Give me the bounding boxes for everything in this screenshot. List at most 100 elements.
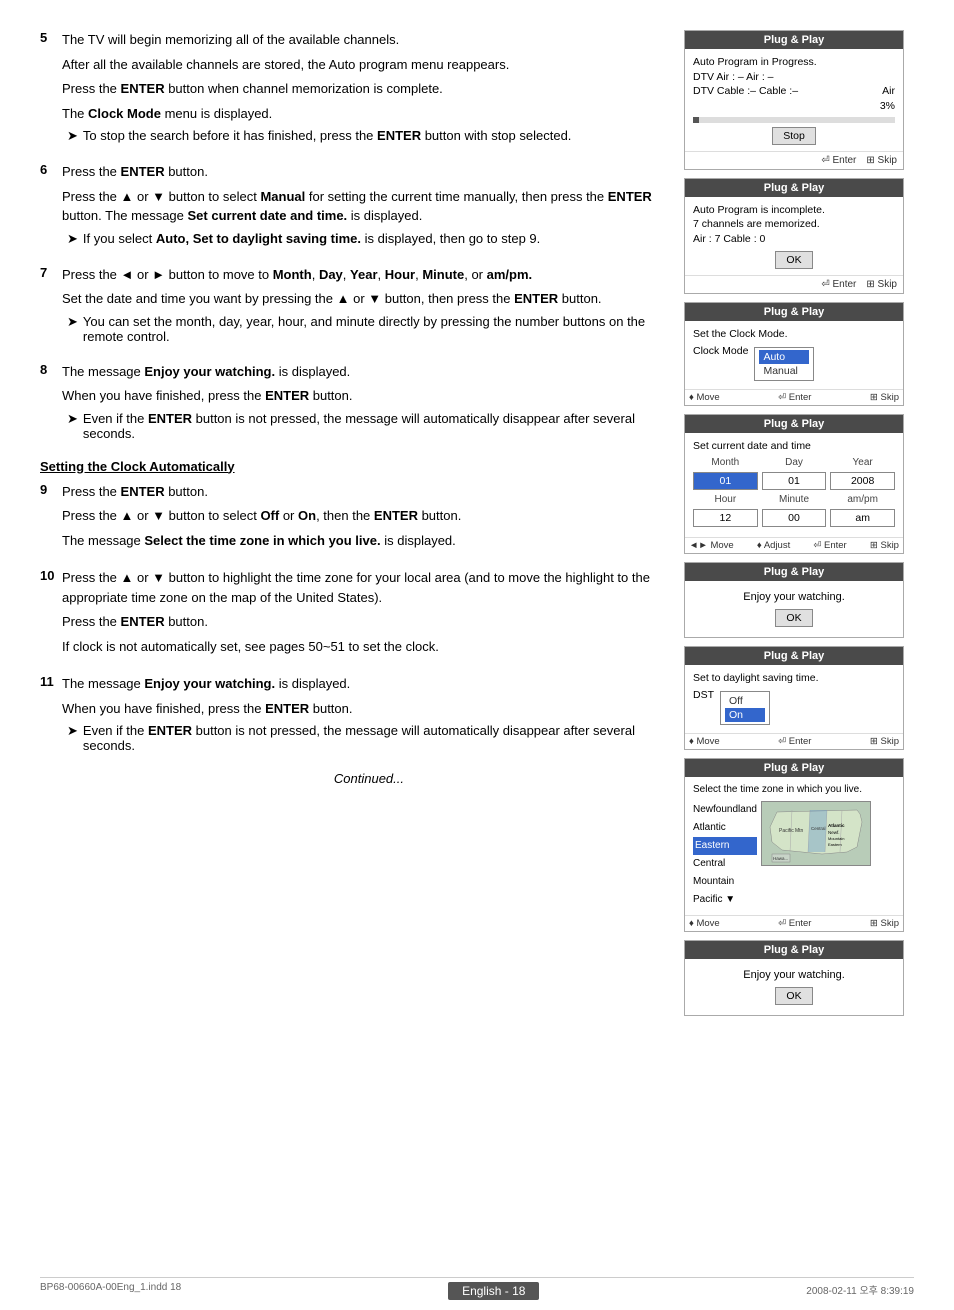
step-5: 5 The TV will begin memorizing all of th… bbox=[40, 30, 654, 144]
panel2-ok-button[interactable]: OK bbox=[775, 251, 812, 269]
step-5-line4: The Clock Mode menu is displayed. bbox=[62, 104, 654, 124]
tz-eastern[interactable]: Eastern bbox=[693, 837, 757, 855]
svg-text:Hawa...: Hawa... bbox=[773, 856, 788, 861]
panel4-minute-label: Minute bbox=[762, 494, 827, 505]
step-8-line1: The message Enjoy your watching. is disp… bbox=[62, 362, 654, 382]
panel6-dropdown[interactable]: Off On bbox=[720, 691, 770, 725]
panel1-cable-info: DTV Cable :– Cable :– bbox=[693, 84, 798, 113]
panel7-nav: ♦ Move ⏎ Enter ⊞ Skip bbox=[685, 915, 903, 931]
step-6: 6 Press the ENTER button. Press the ▲ or… bbox=[40, 162, 654, 247]
step-10: 10 Press the ▲ or ▼ button to highlight … bbox=[40, 568, 654, 656]
panel4-day-label: Day bbox=[762, 457, 827, 468]
panel3-move-icon: ♦ Move bbox=[689, 392, 720, 403]
continued-label: Continued... bbox=[40, 771, 404, 786]
step-10-line3: If clock is not automatically set, see p… bbox=[62, 637, 654, 657]
panel4-enter-icon: ⏎ Enter bbox=[813, 540, 846, 551]
panel6-move-icon: ♦ Move bbox=[689, 736, 720, 747]
panel8-ok-button[interactable]: OK bbox=[775, 987, 812, 1005]
panel3-label: Clock Mode bbox=[693, 345, 748, 357]
step-6-line1: Press the ENTER button. bbox=[62, 162, 654, 182]
panel4-time-vals: 12 00 am bbox=[693, 509, 895, 527]
panel-auto-program-incomplete: Plug & Play Auto Program is incomplete. … bbox=[684, 178, 904, 294]
panel7-body: Select the time zone in which you live. … bbox=[685, 777, 903, 915]
panel6-skip-icon: ⊞ Skip bbox=[870, 736, 899, 747]
step-11: 11 The message Enjoy your watching. is d… bbox=[40, 674, 654, 753]
step-7-content: Press the ◄ or ► button to move to Month… bbox=[62, 265, 654, 344]
panel4-day-val[interactable]: 01 bbox=[762, 472, 827, 490]
panel4-hour-val[interactable]: 12 bbox=[693, 509, 758, 527]
panel7-tz-list: Newfoundland Atlantic Eastern Central Mo… bbox=[693, 801, 757, 909]
panel4-month-label: Month bbox=[693, 457, 758, 468]
section-header-clock-auto: Setting the Clock Automatically bbox=[40, 459, 654, 474]
panel3-auto-option[interactable]: Auto bbox=[759, 350, 809, 364]
panel6-on-option[interactable]: On bbox=[725, 708, 765, 722]
step-11-note-text: Even if the ENTER button is not pressed,… bbox=[83, 723, 654, 753]
step-6-line2: Press the ▲ or ▼ button to select Manual… bbox=[62, 187, 654, 226]
step-9-number: 9 bbox=[40, 482, 60, 497]
panel1-progress-bar bbox=[693, 117, 895, 123]
panel3-line1: Set the Clock Mode. bbox=[693, 327, 895, 342]
panel2-line1: Auto Program is incomplete. bbox=[693, 203, 895, 218]
step-8-number: 8 bbox=[40, 362, 60, 377]
tz-mountain[interactable]: Mountain bbox=[693, 873, 757, 891]
panel6-off-option[interactable]: Off bbox=[725, 694, 765, 708]
arrow-icon-6: ➤ bbox=[67, 231, 78, 247]
panel6-title: Plug & Play bbox=[685, 647, 903, 665]
panel2-line3: Air : 7 Cable : 0 bbox=[693, 232, 895, 247]
panel4-skip-icon: ⊞ Skip bbox=[870, 540, 899, 551]
panel4-month-val[interactable]: 01 bbox=[693, 472, 758, 490]
page: 5 The TV will begin memorizing all of th… bbox=[0, 0, 954, 1310]
panel8-title: Plug & Play bbox=[685, 941, 903, 959]
panel-clock-mode: Plug & Play Set the Clock Mode. Clock Mo… bbox=[684, 302, 904, 406]
step-5-note: ➤ To stop the search before it has finis… bbox=[67, 128, 654, 144]
panel7-header: Select the time zone in which you live. bbox=[693, 783, 895, 797]
step-5-line3: Press the ENTER button when channel memo… bbox=[62, 79, 654, 99]
step-10-line2: Press the ENTER button. bbox=[62, 612, 654, 632]
svg-text:Atlantic: Atlantic bbox=[828, 823, 845, 828]
panel4-year-val[interactable]: 2008 bbox=[830, 472, 895, 490]
panel4-title: Plug & Play bbox=[685, 415, 903, 433]
right-panels: Plug & Play Auto Program in Progress. DT… bbox=[684, 30, 914, 1250]
step-7: 7 Press the ◄ or ► button to move to Mon… bbox=[40, 265, 654, 344]
panel5-ok-button[interactable]: OK bbox=[775, 609, 812, 627]
tz-pacific[interactable]: Pacific ▼ bbox=[693, 891, 757, 909]
arrow-icon-11: ➤ bbox=[67, 723, 78, 739]
step-10-content: Press the ▲ or ▼ button to highlight the… bbox=[62, 568, 654, 656]
step-10-number: 10 bbox=[40, 568, 60, 583]
panel6-nav: ♦ Move ⏎ Enter ⊞ Skip bbox=[685, 733, 903, 749]
page-number: English - 18 bbox=[448, 1282, 539, 1300]
footer-left: BP68-00660A-00Eng_1.indd 18 bbox=[40, 1282, 181, 1300]
step-11-line1: The message Enjoy your watching. is disp… bbox=[62, 674, 654, 694]
step-7-line2: Set the date and time you want by pressi… bbox=[62, 289, 654, 309]
panel4-ampm-val[interactable]: am bbox=[830, 509, 895, 527]
tz-map: Pacific Mtn Central Atlantic Newf. Mount… bbox=[761, 801, 871, 866]
panel2-footer: ⏎ Enter ⊞ Skip bbox=[685, 275, 903, 293]
panel-auto-program-progress: Plug & Play Auto Program in Progress. DT… bbox=[684, 30, 904, 170]
panel5-enjoy-text: Enjoy your watching. bbox=[695, 591, 893, 603]
tz-central[interactable]: Central bbox=[693, 855, 757, 873]
panel8-body: Enjoy your watching. OK bbox=[685, 959, 903, 1015]
panel4-date-vals: 01 01 2008 bbox=[693, 472, 895, 490]
panel7-tz-body: Newfoundland Atlantic Eastern Central Mo… bbox=[693, 801, 895, 909]
svg-text:Newf.: Newf. bbox=[828, 830, 840, 835]
panel3-title: Plug & Play bbox=[685, 303, 903, 321]
panel2-enter-icon: ⏎ Enter bbox=[821, 279, 856, 290]
panel4-ampm-label: am/pm bbox=[830, 494, 895, 505]
panel2-body: Auto Program is incomplete. 7 channels a… bbox=[685, 197, 903, 275]
panel3-manual-option[interactable]: Manual bbox=[759, 364, 809, 378]
panel2-title: Plug & Play bbox=[685, 179, 903, 197]
panel4-header: Set current date and time bbox=[693, 439, 895, 454]
step-9-line3: The message Select the time zone in whic… bbox=[62, 531, 654, 551]
tz-atlantic[interactable]: Atlantic bbox=[693, 819, 757, 837]
panel1-line1: Auto Program in Progress. bbox=[693, 55, 895, 70]
step-9-content: Press the ENTER button. Press the ▲ or ▼… bbox=[62, 482, 654, 551]
panel1-line3: DTV Cable :– Cable :– Air3% bbox=[693, 84, 895, 113]
step-9: 9 Press the ENTER button. Press the ▲ or… bbox=[40, 482, 654, 551]
step-8-note-text: Even if the ENTER button is not pressed,… bbox=[83, 411, 654, 441]
tz-newfoundland[interactable]: Newfoundland bbox=[693, 801, 757, 819]
arrow-icon: ➤ bbox=[67, 128, 78, 144]
panel6-body: Set to daylight saving time. DST Off On bbox=[685, 665, 903, 733]
panel1-stop-button[interactable]: Stop bbox=[772, 127, 816, 145]
panel4-minute-val[interactable]: 00 bbox=[762, 509, 827, 527]
panel3-dropdown[interactable]: Auto Manual bbox=[754, 347, 814, 381]
